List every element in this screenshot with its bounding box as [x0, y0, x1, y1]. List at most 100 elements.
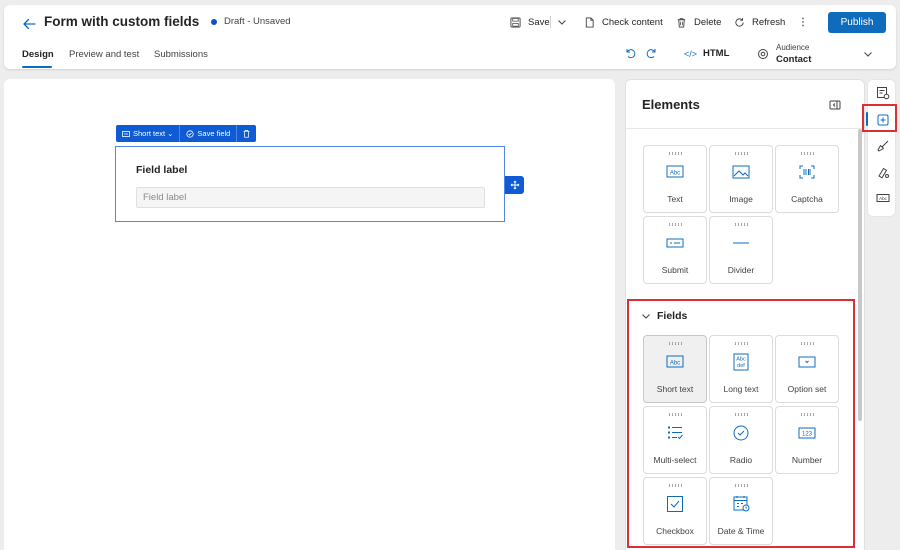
redo-button[interactable]	[646, 47, 658, 59]
field-tile-number[interactable]: 123 Number	[775, 406, 839, 474]
add-element-button[interactable]	[876, 113, 890, 127]
chevron-down-icon	[558, 20, 566, 25]
drag-grip-icon	[800, 342, 814, 345]
long-text-icon: Abcdef	[733, 353, 749, 371]
drag-grip-icon	[800, 152, 814, 155]
more-options-button[interactable]	[798, 14, 808, 30]
save-field-button[interactable]: Save field	[179, 125, 236, 142]
drag-grip-icon	[668, 342, 682, 345]
chevron-down-icon	[642, 314, 650, 319]
svg-text:Abc: Abc	[670, 361, 680, 367]
status-dot	[211, 18, 217, 25]
field-tile-option-set[interactable]: Option set	[775, 335, 839, 403]
drag-grip-icon	[734, 223, 748, 226]
personalization-icon	[878, 167, 889, 179]
trash-icon	[243, 129, 250, 138]
radio-icon	[733, 425, 749, 441]
delete-label: Delete	[694, 16, 722, 28]
drag-grip-icon	[734, 484, 748, 487]
save-divider	[550, 16, 551, 28]
field-type-label: Short text	[133, 129, 166, 138]
delete-field-button[interactable]	[236, 125, 256, 142]
element-tile-captcha[interactable]: Captcha	[775, 145, 839, 213]
page-title: Form with custom fields	[44, 14, 200, 29]
tab-submissions[interactable]: Submissions	[154, 49, 208, 60]
publish-button[interactable]: Publish	[828, 12, 886, 33]
field-tile-short-text[interactable]: Abc Short text	[643, 335, 707, 403]
add-element-icon	[877, 114, 889, 126]
field-type-dropdown[interactable]: Short text ⌄	[116, 125, 179, 142]
move-arrows-icon	[510, 180, 519, 190]
tile-label: Submit	[661, 265, 689, 275]
form-settings-button[interactable]	[876, 86, 890, 100]
tab-preview-and-test[interactable]: Preview and test	[69, 49, 139, 60]
tab-design[interactable]: Design	[22, 49, 54, 60]
personalization-button[interactable]	[876, 165, 890, 179]
audience-value[interactable]: Contact	[776, 54, 811, 65]
theme-button[interactable]	[876, 139, 890, 153]
tile-label: Captcha	[791, 194, 823, 204]
text-style-icon: Abc	[876, 194, 890, 202]
chevron-down-icon	[864, 52, 872, 57]
save-field-label: Save field	[197, 129, 231, 138]
field-tile-checkbox[interactable]: Checkbox	[643, 477, 707, 545]
delete-button[interactable]: Delete	[676, 14, 721, 30]
panel-collapse-icon	[829, 100, 841, 110]
back-arrow-button[interactable]	[18, 13, 40, 35]
element-tile-image[interactable]: Image	[709, 145, 773, 213]
move-field-handle[interactable]	[505, 176, 524, 194]
field-tile-date-time[interactable]: Date & Time	[709, 477, 773, 545]
drag-grip-icon	[668, 223, 682, 226]
redo-icon	[646, 49, 656, 59]
drag-grip-icon	[668, 152, 682, 155]
element-tile-submit[interactable]: Submit	[643, 216, 707, 284]
drag-grip-icon	[800, 413, 814, 416]
svg-text:Abc: Abc	[879, 196, 888, 201]
fields-section-title: Fields	[657, 310, 688, 322]
divider-icon	[733, 242, 749, 244]
html-label: HTML	[703, 48, 730, 59]
calendar-icon	[733, 496, 750, 512]
refresh-icon	[735, 17, 744, 27]
svg-text:123: 123	[802, 432, 813, 438]
check-content-button[interactable]: Check content	[584, 14, 663, 30]
audience-dropdown[interactable]	[862, 48, 874, 60]
refresh-button[interactable]: Refresh	[734, 14, 785, 30]
field-tile-multi-select[interactable]: Multi-select	[643, 406, 707, 474]
svg-text:def: def	[737, 363, 745, 369]
more-vertical-icon	[802, 17, 804, 27]
html-view-button[interactable]: </> HTML	[684, 48, 729, 59]
option-set-icon	[798, 356, 816, 368]
arrow-left-icon	[23, 18, 36, 30]
panel-title: Elements	[642, 97, 700, 112]
element-tile-text[interactable]: Abc Text	[643, 145, 707, 213]
field-input[interactable]	[136, 187, 485, 208]
save-options-dropdown[interactable]	[556, 15, 568, 29]
collapse-panel-button[interactable]	[829, 99, 841, 111]
text-style-button[interactable]: Abc	[876, 191, 890, 205]
tile-label: Option set	[787, 384, 827, 394]
audience-label: Audience	[776, 43, 810, 52]
check-content-label: Check content	[602, 16, 663, 28]
drag-grip-icon	[734, 413, 748, 416]
svg-text:Abc: Abc	[736, 357, 746, 363]
undo-button[interactable]	[624, 47, 636, 59]
tile-label: Long text	[723, 384, 759, 394]
tile-label: Multi-select	[653, 455, 697, 465]
fields-section-toggle[interactable]: Fields	[641, 310, 687, 322]
status-indicator: Draft - Unsaved	[211, 16, 291, 27]
captcha-icon	[799, 165, 815, 179]
field-tile-long-text[interactable]: Abc def Long text	[709, 335, 773, 403]
panel-scrollbar[interactable]	[858, 129, 862, 421]
save-button[interactable]: Save	[510, 14, 550, 30]
element-tile-divider[interactable]: Divider	[709, 216, 773, 284]
form-settings-icon	[877, 87, 890, 100]
field-tile-radio[interactable]: Radio	[709, 406, 773, 474]
selected-form-field[interactable]: Field label	[115, 146, 505, 222]
undo-icon	[626, 49, 636, 59]
tile-label: Image	[729, 194, 753, 204]
number-icon: 123	[798, 427, 816, 439]
drag-grip-icon	[668, 484, 682, 487]
active-tab-indicator	[22, 66, 52, 68]
refresh-label: Refresh	[752, 16, 786, 28]
